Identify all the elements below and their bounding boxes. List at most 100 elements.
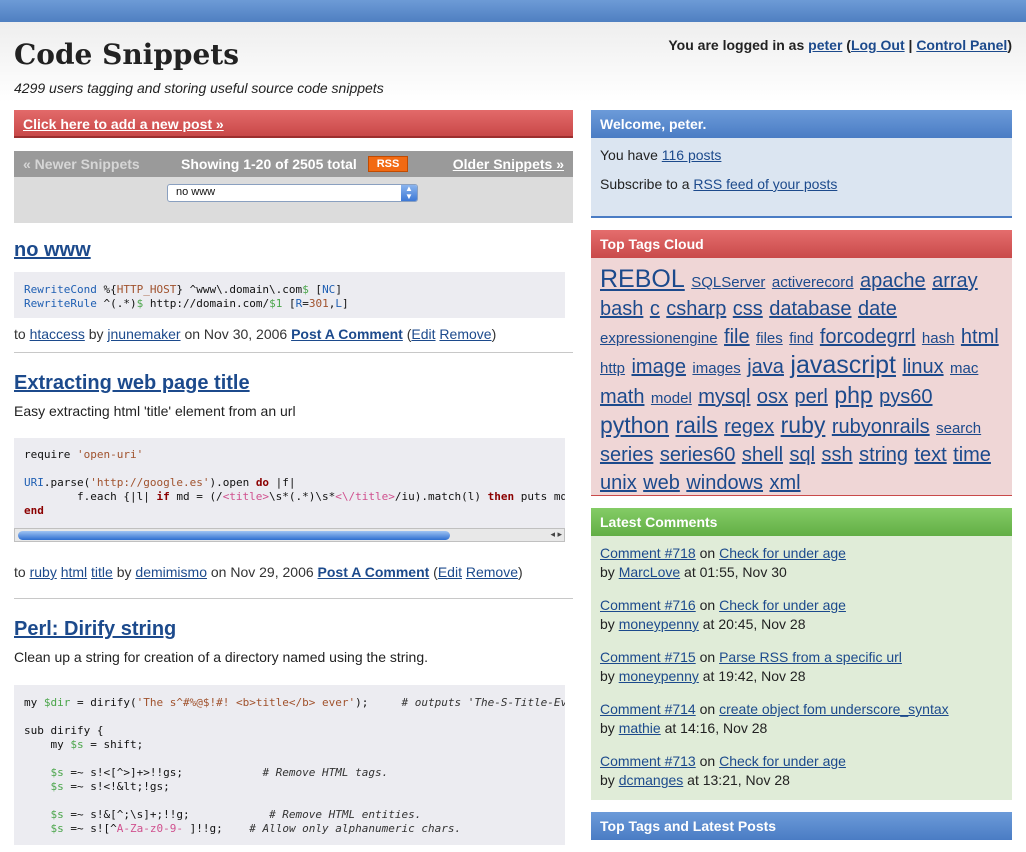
add-post-bar: Click here to add a new post » — [14, 110, 573, 138]
tag-link[interactable]: title — [91, 564, 113, 580]
tag-cloud-link[interactable]: math — [600, 386, 644, 408]
comment-link[interactable]: Comment #718 — [600, 545, 696, 561]
comment-post-link[interactable]: Check for under age — [719, 545, 846, 561]
add-post-link[interactable]: Click here to add a new post » — [23, 116, 224, 132]
remove-link[interactable]: Remove — [439, 326, 491, 342]
edit-link[interactable]: Edit — [438, 564, 462, 580]
comment-link[interactable]: Comment #715 — [600, 649, 696, 665]
comment-link[interactable]: Comment #713 — [600, 753, 696, 769]
tag-cloud-link[interactable]: osx — [757, 386, 788, 408]
tag-cloud-link[interactable]: string — [859, 444, 908, 466]
tag-cloud-link[interactable]: shell — [742, 444, 783, 466]
control-panel-link[interactable]: Control Panel — [916, 37, 1007, 53]
remove-link[interactable]: Remove — [466, 564, 518, 580]
tag-cloud-link[interactable]: xml — [769, 472, 800, 494]
tag-cloud-link[interactable]: html — [961, 326, 999, 348]
tag-cloud-link[interactable]: regex — [724, 416, 774, 438]
comment-by: by — [600, 720, 615, 736]
tag-cloud-link[interactable]: unix — [600, 472, 637, 494]
tag-cloud-link[interactable]: images — [692, 360, 740, 377]
tag-link[interactable]: ruby — [30, 564, 57, 580]
tag-cloud-link[interactable]: apache — [860, 270, 926, 292]
tag-cloud-link[interactable]: activerecord — [772, 274, 854, 291]
tag-cloud-link[interactable]: date — [858, 298, 897, 320]
comment-post-link[interactable]: Check for under age — [719, 753, 846, 769]
comment-user-link[interactable]: moneypenny — [619, 668, 699, 684]
older-snippets-link[interactable]: Older Snippets » — [453, 156, 564, 172]
tag-cloud-link[interactable]: expressionengine — [600, 330, 718, 347]
tag-cloud-link[interactable]: rails — [676, 412, 718, 438]
tag-cloud-link[interactable]: windows — [686, 472, 763, 494]
tag-link[interactable]: html — [61, 564, 87, 580]
post-comment-link[interactable]: Post A Comment — [291, 326, 403, 342]
tag-cloud-link[interactable]: pys60 — [879, 386, 932, 408]
tag-cloud-link[interactable]: sql — [789, 444, 815, 466]
comment-post-link[interactable]: create object fom underscore_syntax — [719, 701, 949, 717]
tag-cloud-link[interactable]: text — [914, 444, 946, 466]
tag-cloud-link[interactable]: ssh — [822, 444, 853, 466]
post-title-link[interactable]: Extracting web page title — [14, 372, 250, 394]
site-title[interactable]: Code Snippets — [14, 38, 239, 71]
tag-cloud-link[interactable]: forcodegrrl — [820, 326, 916, 348]
tag-cloud-link[interactable]: ruby — [781, 412, 826, 438]
tag-cloud-link[interactable]: files — [756, 330, 783, 347]
comment-link[interactable]: Comment #716 — [600, 597, 696, 613]
tag-cloud-link[interactable]: javascript — [790, 351, 896, 379]
comment-post-link[interactable]: Check for under age — [719, 597, 846, 613]
tag-cloud-link[interactable]: perl — [795, 386, 828, 408]
tag-cloud-link[interactable]: series — [600, 444, 653, 466]
tag-cloud-link[interactable]: REBOL — [600, 265, 685, 293]
my-posts-link[interactable]: 116 posts — [662, 147, 722, 163]
scroll-arrows-icon[interactable]: ◂ ▸ — [550, 529, 562, 540]
tag-cloud-link[interactable]: csharp — [666, 298, 726, 320]
comment-link[interactable]: Comment #714 — [600, 701, 696, 717]
newer-snippets-link[interactable]: « Newer Snippets — [23, 156, 140, 172]
tag-cloud-link[interactable]: hash — [922, 330, 955, 347]
edit-link[interactable]: Edit — [411, 326, 435, 342]
tag-cloud-link[interactable]: rubyonrails — [832, 416, 930, 438]
tag-cloud-link[interactable]: http — [600, 360, 625, 377]
post-title-link[interactable]: Perl: Dirify string — [14, 618, 176, 640]
tag-cloud-link[interactable]: linux — [902, 356, 943, 378]
post-date: on Nov 30, 2006 — [184, 326, 288, 342]
tag-cloud-link[interactable]: array — [932, 270, 978, 292]
tag-cloud-link[interactable]: web — [643, 472, 680, 494]
tag-cloud-link[interactable]: mac — [950, 360, 978, 377]
tag-cloud-link[interactable]: find — [789, 330, 813, 347]
tag-link[interactable]: htaccess — [30, 326, 85, 342]
rss-feed-link[interactable]: RSS feed of your posts — [693, 176, 837, 192]
tag-cloud-link[interactable]: time — [953, 444, 991, 466]
logout-link[interactable]: Log Out — [851, 37, 905, 53]
author-link[interactable]: jnunemaker — [107, 326, 180, 342]
comment-user-link[interactable]: MarcLove — [619, 564, 680, 580]
comment-user-link[interactable]: moneypenny — [619, 616, 699, 632]
tag-filter-select[interactable]: no www ▲ ▼ — [167, 184, 418, 202]
tag-cloud-link[interactable]: series60 — [660, 444, 736, 466]
scrollbar-thumb[interactable] — [18, 531, 450, 540]
post-title: no www — [14, 239, 573, 262]
rss-button[interactable]: RSS — [368, 156, 408, 172]
tag-cloud-link[interactable]: java — [747, 356, 784, 378]
username-link[interactable]: peter — [808, 37, 842, 53]
tag-cloud-link[interactable]: database — [769, 298, 851, 320]
author-link[interactable]: demimismo — [135, 564, 207, 580]
comment-user-link[interactable]: mathie — [619, 720, 661, 736]
tag-cloud-link[interactable]: python — [600, 412, 669, 438]
post-title-link[interactable]: no www — [14, 239, 91, 261]
tag-cloud-link[interactable]: css — [733, 298, 763, 320]
tag-cloud-link[interactable]: bash — [600, 298, 643, 320]
comment-post-link[interactable]: Parse RSS from a specific url — [719, 649, 902, 665]
tag-cloud-link[interactable]: file — [724, 326, 750, 348]
welcome-body: You have 116 posts Subscribe to a RSS fe… — [591, 138, 1012, 218]
tag-cloud-link[interactable]: php — [834, 382, 872, 408]
tag-cloud-link[interactable]: c — [650, 298, 660, 320]
login-info: You are logged in as peter (Log Out | Co… — [668, 37, 1012, 53]
tag-cloud-link[interactable]: model — [651, 390, 692, 407]
comment-user-link[interactable]: dcmanges — [619, 772, 684, 788]
tag-cloud-link[interactable]: mysql — [698, 386, 750, 408]
tag-cloud-link[interactable]: search — [936, 420, 981, 437]
tag-cloud-link[interactable]: SQLServer — [691, 274, 765, 291]
tag-cloud-link[interactable]: image — [631, 356, 685, 378]
post-comment-link[interactable]: Post A Comment — [318, 564, 430, 580]
horizontal-scrollbar[interactable]: ◂ ▸ — [14, 528, 565, 542]
